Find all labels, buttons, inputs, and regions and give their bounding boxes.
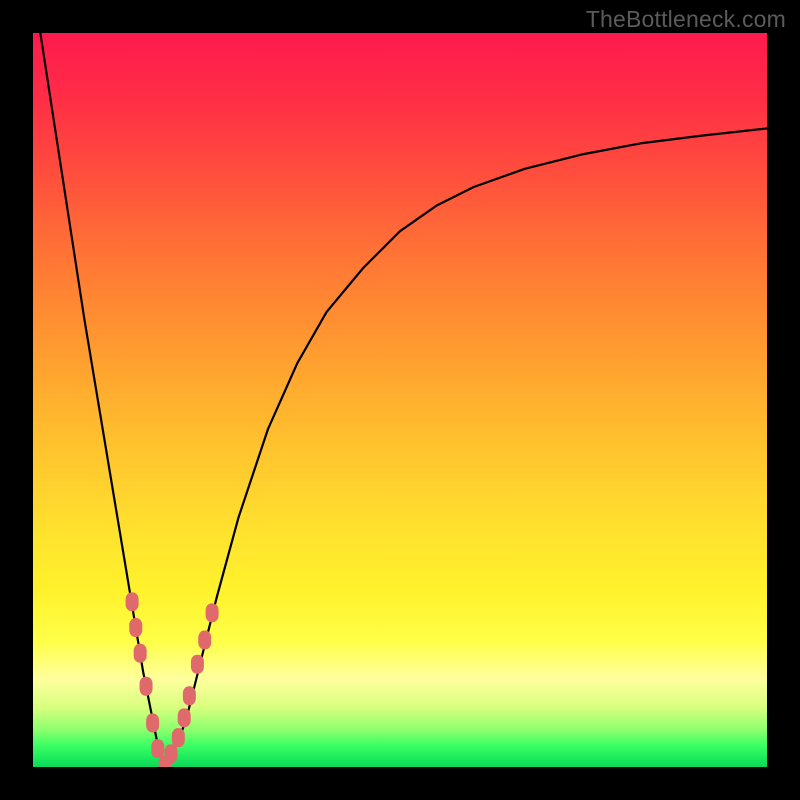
watermark-text: TheBottleneck.com (586, 6, 786, 33)
data-marker (198, 631, 211, 650)
data-marker (151, 739, 164, 758)
data-marker (129, 618, 142, 637)
bottleneck-curve-path (40, 33, 767, 767)
data-marker (183, 686, 196, 705)
data-marker (140, 677, 153, 696)
data-marker (191, 655, 204, 674)
plot-area (33, 33, 767, 767)
chart-frame: TheBottleneck.com (0, 0, 800, 800)
data-marker (206, 603, 219, 622)
data-marker (126, 592, 139, 611)
data-marker (146, 713, 159, 732)
data-marker (159, 755, 172, 767)
curve-layer (33, 33, 767, 767)
data-marker (134, 644, 147, 663)
bottleneck-curve (40, 33, 767, 767)
data-marker (164, 744, 177, 763)
data-marker (178, 708, 191, 727)
marker-cluster (126, 592, 219, 767)
data-marker (172, 728, 185, 747)
